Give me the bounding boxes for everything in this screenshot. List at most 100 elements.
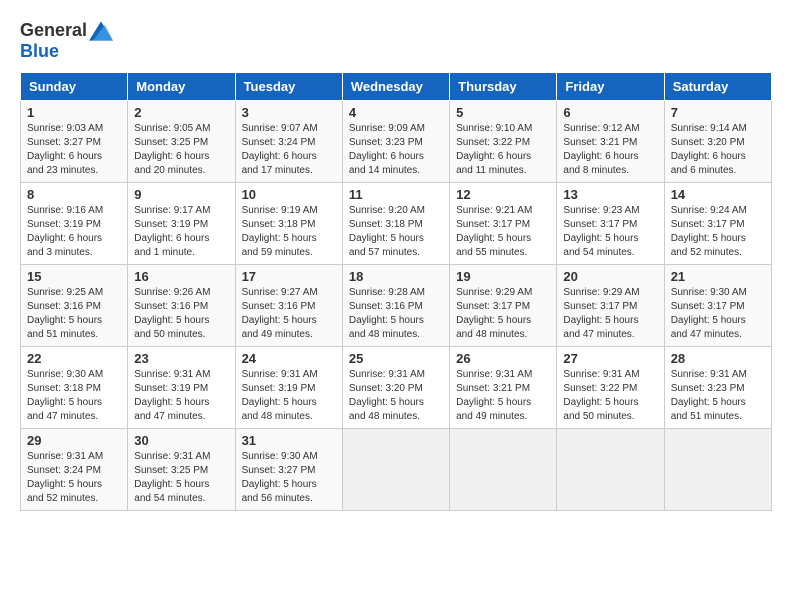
calendar-cell: 17 Sunrise: 9:27 AM Sunset: 3:16 PM Dayl… [235, 265, 342, 347]
day-number: 10 [242, 187, 336, 202]
day-number: 12 [456, 187, 550, 202]
day-number: 17 [242, 269, 336, 284]
logo: General Blue [20, 20, 113, 62]
calendar-cell: 8 Sunrise: 9:16 AM Sunset: 3:19 PM Dayli… [21, 183, 128, 265]
day-number: 19 [456, 269, 550, 284]
day-detail: Sunrise: 9:31 AM Sunset: 3:24 PM Dayligh… [27, 450, 121, 506]
day-detail: Sunrise: 9:05 AM Sunset: 3:25 PM Dayligh… [134, 122, 228, 178]
day-detail: Sunrise: 9:25 AM Sunset: 3:16 PM Dayligh… [27, 286, 121, 342]
day-detail: Sunrise: 9:19 AM Sunset: 3:18 PM Dayligh… [242, 204, 336, 260]
day-detail: Sunrise: 9:21 AM Sunset: 3:17 PM Dayligh… [456, 204, 550, 260]
calendar-week-4: 22 Sunrise: 9:30 AM Sunset: 3:18 PM Dayl… [21, 347, 772, 429]
calendar-cell: 9 Sunrise: 9:17 AM Sunset: 3:19 PM Dayli… [128, 183, 235, 265]
calendar-week-5: 29 Sunrise: 9:31 AM Sunset: 3:24 PM Dayl… [21, 429, 772, 511]
calendar-cell [342, 429, 449, 511]
calendar-cell: 27 Sunrise: 9:31 AM Sunset: 3:22 PM Dayl… [557, 347, 664, 429]
day-detail: Sunrise: 9:09 AM Sunset: 3:23 PM Dayligh… [349, 122, 443, 178]
calendar-cell: 26 Sunrise: 9:31 AM Sunset: 3:21 PM Dayl… [450, 347, 557, 429]
day-number: 29 [27, 433, 121, 448]
day-detail: Sunrise: 9:30 AM Sunset: 3:18 PM Dayligh… [27, 368, 121, 424]
day-detail: Sunrise: 9:17 AM Sunset: 3:19 PM Dayligh… [134, 204, 228, 260]
calendar-week-1: 1 Sunrise: 9:03 AM Sunset: 3:27 PM Dayli… [21, 101, 772, 183]
day-number: 1 [27, 105, 121, 120]
day-number: 31 [242, 433, 336, 448]
day-number: 28 [671, 351, 765, 366]
day-header-tuesday: Tuesday [235, 73, 342, 101]
calendar-cell: 25 Sunrise: 9:31 AM Sunset: 3:20 PM Dayl… [342, 347, 449, 429]
day-number: 23 [134, 351, 228, 366]
calendar-week-3: 15 Sunrise: 9:25 AM Sunset: 3:16 PM Dayl… [21, 265, 772, 347]
day-detail: Sunrise: 9:31 AM Sunset: 3:22 PM Dayligh… [563, 368, 657, 424]
calendar-cell: 5 Sunrise: 9:10 AM Sunset: 3:22 PM Dayli… [450, 101, 557, 183]
day-number: 24 [242, 351, 336, 366]
day-number: 25 [349, 351, 443, 366]
calendar-table: SundayMondayTuesdayWednesdayThursdayFrid… [20, 72, 772, 511]
calendar-cell: 3 Sunrise: 9:07 AM Sunset: 3:24 PM Dayli… [235, 101, 342, 183]
day-number: 9 [134, 187, 228, 202]
day-number: 14 [671, 187, 765, 202]
day-detail: Sunrise: 9:31 AM Sunset: 3:21 PM Dayligh… [456, 368, 550, 424]
day-detail: Sunrise: 9:10 AM Sunset: 3:22 PM Dayligh… [456, 122, 550, 178]
calendar-cell: 21 Sunrise: 9:30 AM Sunset: 3:17 PM Dayl… [664, 265, 771, 347]
calendar-cell: 11 Sunrise: 9:20 AM Sunset: 3:18 PM Dayl… [342, 183, 449, 265]
day-number: 26 [456, 351, 550, 366]
day-detail: Sunrise: 9:31 AM Sunset: 3:19 PM Dayligh… [134, 368, 228, 424]
day-detail: Sunrise: 9:03 AM Sunset: 3:27 PM Dayligh… [27, 122, 121, 178]
calendar-cell: 10 Sunrise: 9:19 AM Sunset: 3:18 PM Dayl… [235, 183, 342, 265]
day-number: 11 [349, 187, 443, 202]
day-number: 6 [563, 105, 657, 120]
calendar-cell: 31 Sunrise: 9:30 AM Sunset: 3:27 PM Dayl… [235, 429, 342, 511]
day-number: 30 [134, 433, 228, 448]
day-number: 7 [671, 105, 765, 120]
day-detail: Sunrise: 9:23 AM Sunset: 3:17 PM Dayligh… [563, 204, 657, 260]
day-detail: Sunrise: 9:12 AM Sunset: 3:21 PM Dayligh… [563, 122, 657, 178]
calendar-cell: 4 Sunrise: 9:09 AM Sunset: 3:23 PM Dayli… [342, 101, 449, 183]
calendar-week-2: 8 Sunrise: 9:16 AM Sunset: 3:19 PM Dayli… [21, 183, 772, 265]
calendar-cell: 18 Sunrise: 9:28 AM Sunset: 3:16 PM Dayl… [342, 265, 449, 347]
day-number: 15 [27, 269, 121, 284]
day-detail: Sunrise: 9:30 AM Sunset: 3:27 PM Dayligh… [242, 450, 336, 506]
day-header-thursday: Thursday [450, 73, 557, 101]
day-header-saturday: Saturday [664, 73, 771, 101]
day-detail: Sunrise: 9:29 AM Sunset: 3:17 PM Dayligh… [563, 286, 657, 342]
calendar-cell [664, 429, 771, 511]
calendar-cell: 2 Sunrise: 9:05 AM Sunset: 3:25 PM Dayli… [128, 101, 235, 183]
day-detail: Sunrise: 9:31 AM Sunset: 3:23 PM Dayligh… [671, 368, 765, 424]
logo-blue-text: Blue [20, 41, 59, 62]
calendar-cell: 12 Sunrise: 9:21 AM Sunset: 3:17 PM Dayl… [450, 183, 557, 265]
calendar-cell: 6 Sunrise: 9:12 AM Sunset: 3:21 PM Dayli… [557, 101, 664, 183]
calendar-cell: 20 Sunrise: 9:29 AM Sunset: 3:17 PM Dayl… [557, 265, 664, 347]
calendar-cell: 15 Sunrise: 9:25 AM Sunset: 3:16 PM Dayl… [21, 265, 128, 347]
calendar-cell: 7 Sunrise: 9:14 AM Sunset: 3:20 PM Dayli… [664, 101, 771, 183]
day-header-friday: Friday [557, 73, 664, 101]
day-detail: Sunrise: 9:29 AM Sunset: 3:17 PM Dayligh… [456, 286, 550, 342]
calendar-cell [557, 429, 664, 511]
day-detail: Sunrise: 9:31 AM Sunset: 3:25 PM Dayligh… [134, 450, 228, 506]
day-detail: Sunrise: 9:14 AM Sunset: 3:20 PM Dayligh… [671, 122, 765, 178]
day-header-monday: Monday [128, 73, 235, 101]
calendar-cell [450, 429, 557, 511]
calendar-cell: 23 Sunrise: 9:31 AM Sunset: 3:19 PM Dayl… [128, 347, 235, 429]
day-detail: Sunrise: 9:28 AM Sunset: 3:16 PM Dayligh… [349, 286, 443, 342]
calendar-cell: 28 Sunrise: 9:31 AM Sunset: 3:23 PM Dayl… [664, 347, 771, 429]
day-number: 2 [134, 105, 228, 120]
day-detail: Sunrise: 9:31 AM Sunset: 3:20 PM Dayligh… [349, 368, 443, 424]
calendar-cell: 19 Sunrise: 9:29 AM Sunset: 3:17 PM Dayl… [450, 265, 557, 347]
calendar-body: 1 Sunrise: 9:03 AM Sunset: 3:27 PM Dayli… [21, 101, 772, 511]
calendar-cell: 14 Sunrise: 9:24 AM Sunset: 3:17 PM Dayl… [664, 183, 771, 265]
calendar-header: SundayMondayTuesdayWednesdayThursdayFrid… [21, 73, 772, 101]
day-header-sunday: Sunday [21, 73, 128, 101]
calendar-cell: 13 Sunrise: 9:23 AM Sunset: 3:17 PM Dayl… [557, 183, 664, 265]
day-detail: Sunrise: 9:27 AM Sunset: 3:16 PM Dayligh… [242, 286, 336, 342]
day-detail: Sunrise: 9:31 AM Sunset: 3:19 PM Dayligh… [242, 368, 336, 424]
day-detail: Sunrise: 9:24 AM Sunset: 3:17 PM Dayligh… [671, 204, 765, 260]
page-header: General Blue [20, 20, 772, 62]
day-detail: Sunrise: 9:26 AM Sunset: 3:16 PM Dayligh… [134, 286, 228, 342]
day-number: 16 [134, 269, 228, 284]
day-number: 8 [27, 187, 121, 202]
calendar-cell: 16 Sunrise: 9:26 AM Sunset: 3:16 PM Dayl… [128, 265, 235, 347]
day-number: 21 [671, 269, 765, 284]
calendar-cell: 22 Sunrise: 9:30 AM Sunset: 3:18 PM Dayl… [21, 347, 128, 429]
calendar-cell: 30 Sunrise: 9:31 AM Sunset: 3:25 PM Dayl… [128, 429, 235, 511]
day-header-wednesday: Wednesday [342, 73, 449, 101]
